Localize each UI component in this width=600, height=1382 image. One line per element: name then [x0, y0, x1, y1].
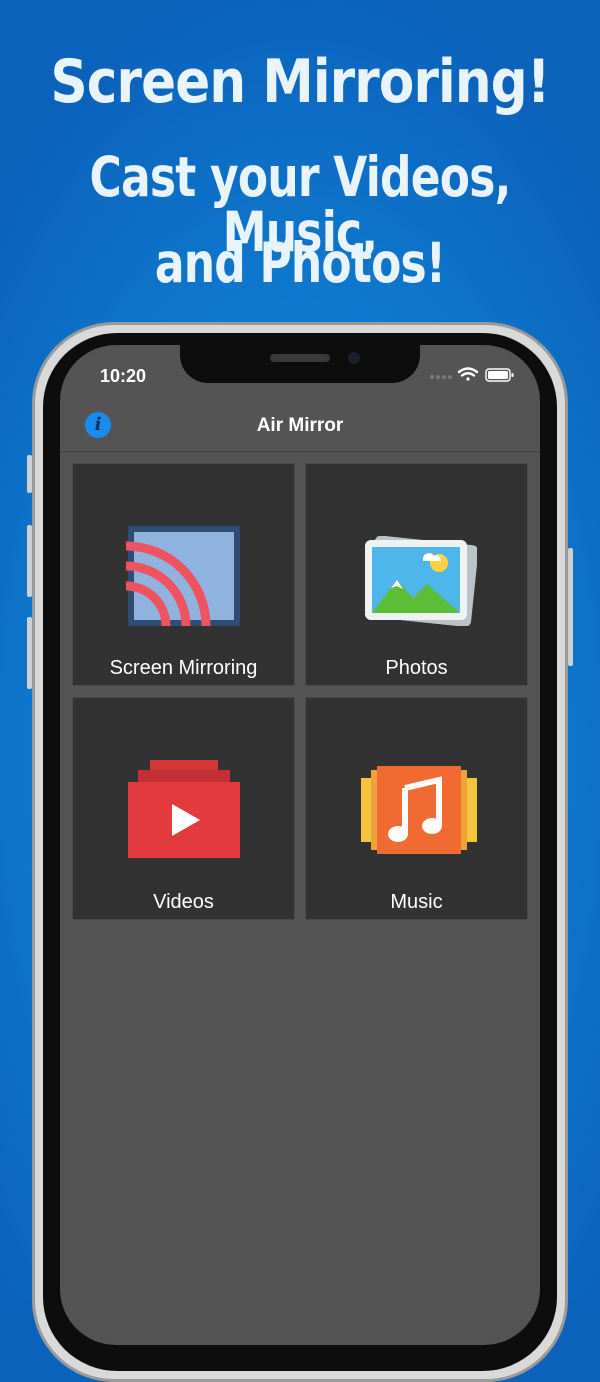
photos-icon	[365, 536, 477, 626]
status-icons	[426, 365, 526, 385]
signal-dots-icon	[430, 375, 452, 379]
notch	[180, 345, 420, 383]
tile-label: Music	[390, 891, 443, 913]
videos-icon	[128, 760, 240, 858]
battery-icon	[485, 368, 514, 382]
speaker-grille	[270, 354, 330, 362]
tile-label: Photos	[385, 657, 448, 679]
tile-screen-mirroring[interactable]: Screen Mirroring	[72, 463, 295, 686]
tile-videos[interactable]: Videos	[72, 697, 295, 920]
tile-photos[interactable]: Photos	[305, 463, 528, 686]
promo-headline-line1: Screen Mirroring!	[50, 47, 551, 117]
front-camera	[348, 352, 360, 364]
status-time: 10:20	[100, 366, 147, 386]
tile-label: Screen Mirroring	[109, 657, 258, 679]
tile-music[interactable]: Music	[305, 697, 528, 920]
tile-label: Videos	[153, 891, 214, 913]
promo-headline-line3: and Photos!	[154, 231, 446, 295]
phone-screen: 10:20 i Air Mirror Screen Mirroring Phot…	[60, 345, 540, 1345]
music-icon	[361, 766, 477, 854]
wifi-icon	[457, 367, 479, 381]
screen-mirroring-icon	[126, 526, 240, 627]
phone-side-button	[568, 548, 573, 666]
page-title: Air Mirror	[256, 415, 344, 436]
